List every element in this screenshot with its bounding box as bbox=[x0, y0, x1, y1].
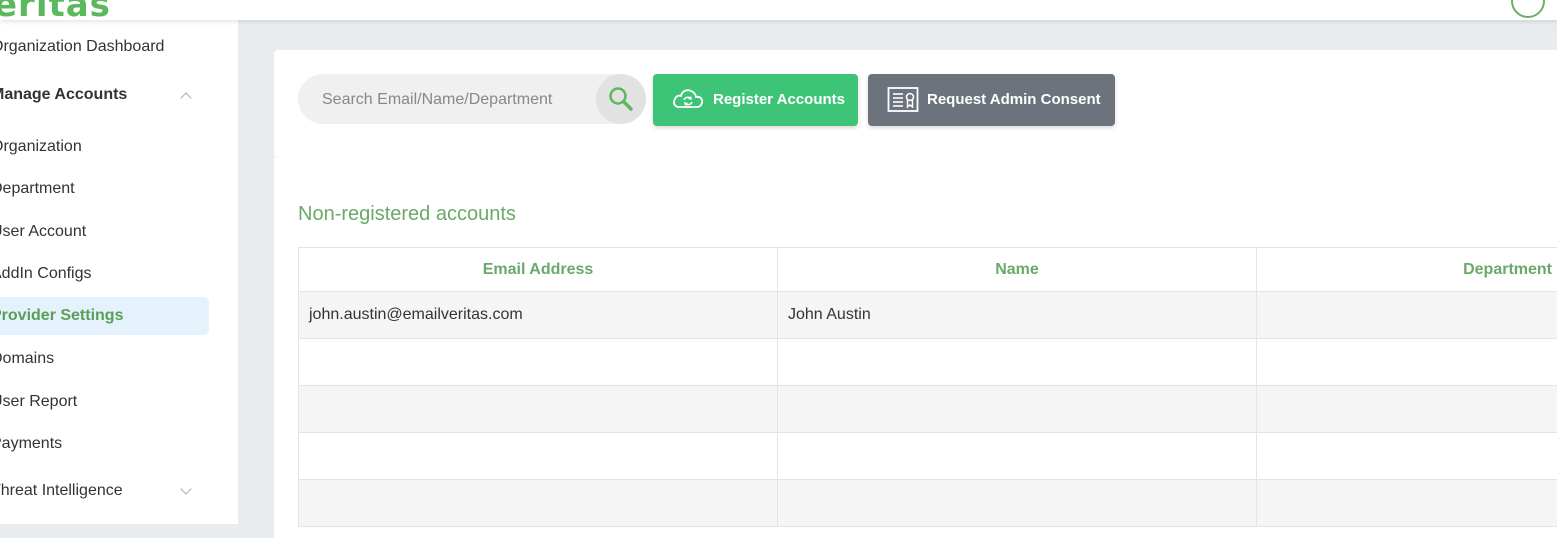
column-header-department[interactable]: Department bbox=[1257, 248, 1557, 292]
sidebar-item-label: User Account bbox=[0, 213, 86, 251]
table-header-row: Email Address Name Department bbox=[299, 248, 1557, 292]
sidebar: Organization Dashboard Manage Accounts O… bbox=[0, 20, 238, 524]
chevron-up-icon bbox=[180, 92, 191, 103]
sidebar-item-label: Threat Intelligence bbox=[0, 472, 123, 510]
logo[interactable]: eritas bbox=[0, 0, 111, 20]
accounts-table: Email Address Name Department john.austi… bbox=[298, 247, 1557, 527]
department-cell bbox=[1257, 480, 1557, 527]
department-cell bbox=[1257, 339, 1557, 386]
sidebar-item-label: Payments bbox=[0, 425, 62, 463]
cloud-sync-icon bbox=[671, 86, 705, 112]
sidebar-item-label: Organization bbox=[0, 128, 82, 166]
name-cell: John Austin bbox=[778, 292, 1257, 339]
search-button[interactable] bbox=[596, 74, 646, 124]
table-row[interactable] bbox=[299, 433, 1557, 480]
email-cell bbox=[299, 433, 778, 480]
name-cell bbox=[778, 480, 1257, 527]
sidebar-item-manage-accounts[interactable]: Manage Accounts bbox=[0, 76, 220, 114]
sidebar-item-label: User Report bbox=[0, 383, 77, 421]
column-header-name[interactable]: Name bbox=[778, 248, 1257, 292]
certificate-icon bbox=[887, 86, 919, 114]
table-row[interactable] bbox=[299, 480, 1557, 527]
top-bar: eritas bbox=[0, 0, 1557, 20]
table-row[interactable] bbox=[299, 386, 1557, 433]
email-cell bbox=[299, 480, 778, 527]
sidebar-item-label: Manage Accounts bbox=[0, 76, 127, 114]
request-admin-consent-label: Request Admin Consent bbox=[927, 74, 1101, 126]
register-accounts-label: Register Accounts bbox=[713, 74, 845, 126]
sidebar-item-label: Domains bbox=[0, 340, 54, 378]
user-avatar[interactable] bbox=[1511, 0, 1545, 18]
table-row[interactable] bbox=[299, 339, 1557, 386]
sidebar-item-label: Department bbox=[0, 170, 75, 208]
chevron-down-icon bbox=[180, 483, 191, 494]
email-cell bbox=[299, 386, 778, 433]
table-row[interactable]: john.austin@emailveritas.com John Austin bbox=[299, 292, 1557, 339]
sidebar-item-provider-settings[interactable]: Provider Settings bbox=[0, 297, 209, 335]
search-icon bbox=[608, 86, 634, 112]
column-header-email[interactable]: Email Address bbox=[299, 248, 778, 292]
name-cell bbox=[778, 339, 1257, 386]
name-cell bbox=[778, 433, 1257, 480]
email-cell bbox=[299, 339, 778, 386]
email-cell: john.austin@emailveritas.com bbox=[299, 292, 778, 339]
name-cell bbox=[778, 386, 1257, 433]
divider bbox=[1467, 0, 1476, 3]
sidebar-item-label: Provider Settings bbox=[0, 297, 123, 335]
register-accounts-button[interactable]: Register Accounts bbox=[653, 74, 858, 126]
sidebar-item-threat-intelligence[interactable]: Threat Intelligence bbox=[0, 472, 220, 510]
department-cell bbox=[1257, 433, 1557, 480]
section-title: Non-registered accounts bbox=[298, 203, 516, 226]
department-cell bbox=[1257, 292, 1557, 339]
sidebar-item-label: AddIn Configs bbox=[0, 255, 92, 293]
search-bar bbox=[298, 74, 646, 124]
sidebar-item-label: Organization Dashboard bbox=[0, 28, 164, 66]
department-cell bbox=[1257, 386, 1557, 433]
search-input[interactable] bbox=[320, 74, 574, 126]
request-admin-consent-button[interactable]: Request Admin Consent bbox=[868, 74, 1115, 126]
